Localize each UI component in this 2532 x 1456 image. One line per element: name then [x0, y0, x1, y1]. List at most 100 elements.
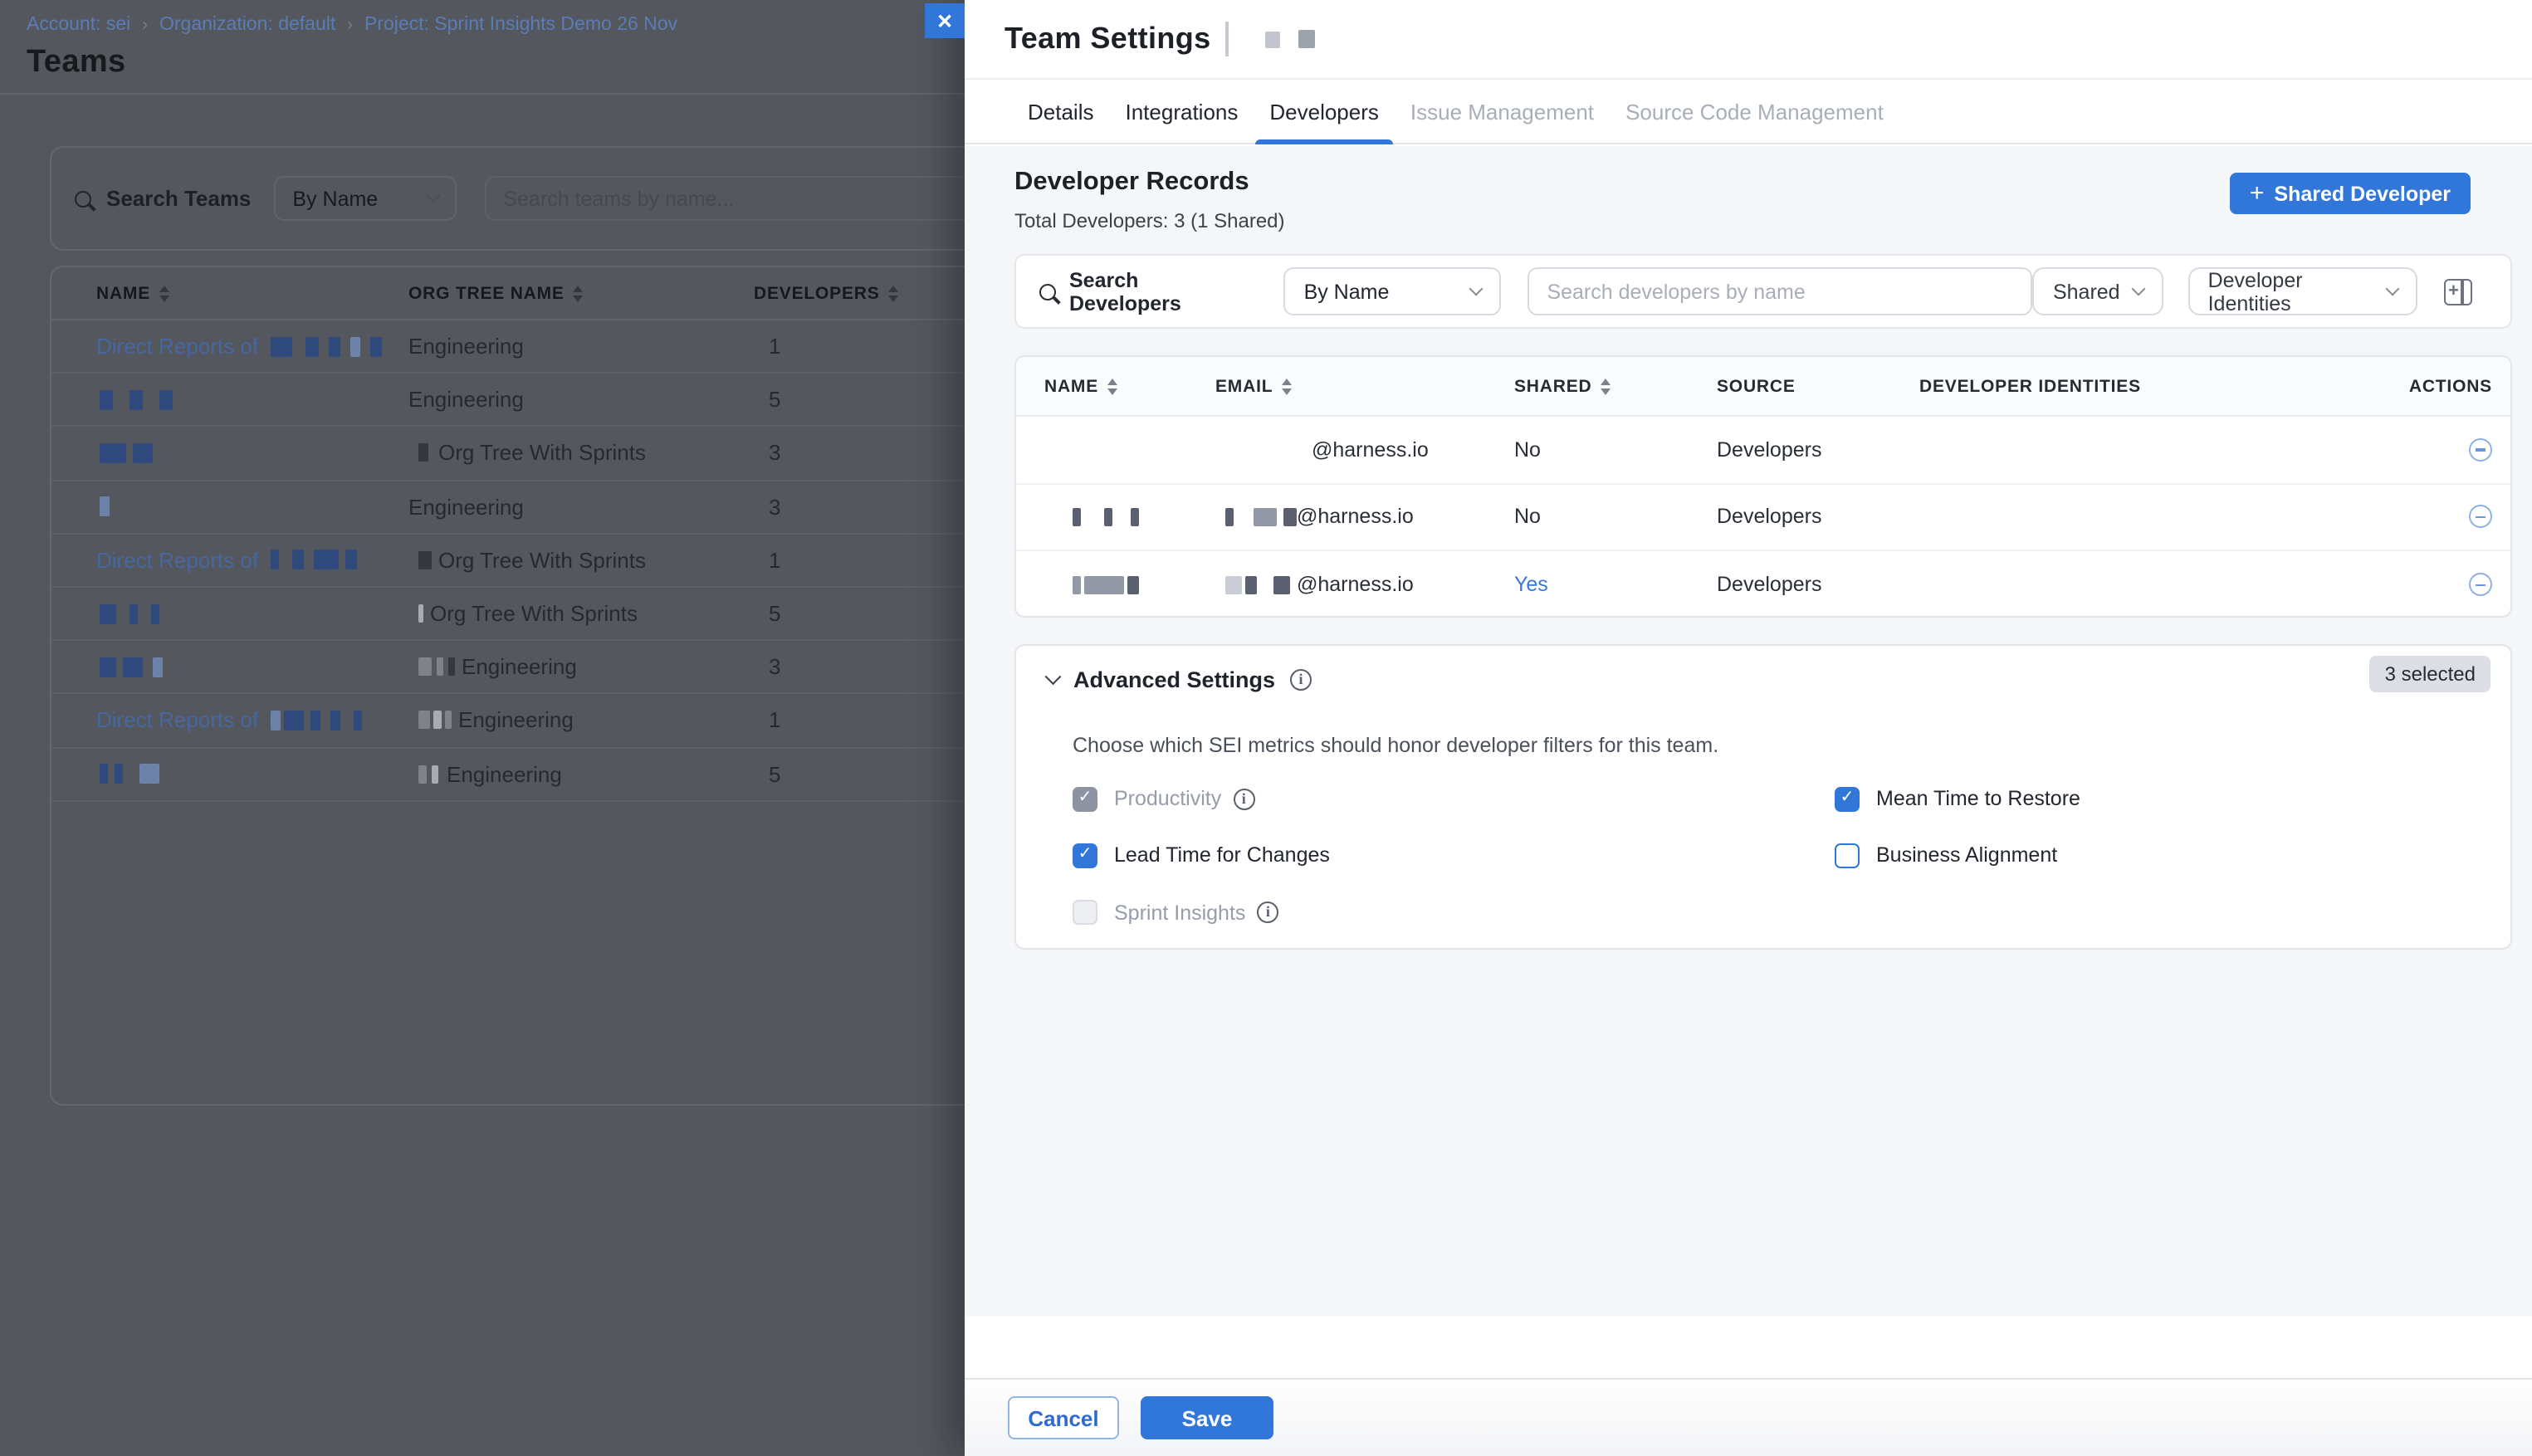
dev-col-shared[interactable]: SHARED — [1514, 376, 1717, 396]
developers-search-input[interactable]: Search developers by name — [1527, 267, 2033, 315]
chevron-down-icon — [1469, 282, 1483, 296]
developers-search-by-select[interactable]: By Name — [1284, 267, 1501, 315]
dev-col-name-label: NAME — [1044, 376, 1098, 396]
org-tree-name: Engineering — [458, 708, 574, 733]
dev-col-email[interactable]: EMAIL — [1215, 376, 1514, 396]
breadcrumb-account-link[interactable]: Account: sei — [27, 15, 130, 35]
redacted-text — [418, 444, 435, 462]
metric-option-label: Mean Time to Restore — [1876, 787, 2080, 810]
redaction-block — [1254, 508, 1277, 526]
checkbox-checked[interactable] — [1073, 786, 1097, 811]
search-teams-label: Search Teams — [106, 186, 251, 211]
redaction-block — [305, 336, 318, 356]
info-icon[interactable]: i — [1233, 788, 1254, 809]
sort-icon[interactable] — [1601, 378, 1611, 394]
checkbox-unchecked[interactable] — [1073, 900, 1097, 925]
developer-identities-dropdown[interactable]: Developer Identities — [2188, 267, 2417, 315]
checkbox-checked[interactable] — [1073, 843, 1097, 867]
page-title: Teams — [27, 45, 126, 81]
checkbox-unchecked[interactable] — [1835, 843, 1860, 867]
redaction-block — [437, 657, 443, 676]
developer-email-cell: @harness.io — [1215, 574, 1514, 597]
metric-option-label: Lead Time for Changes — [1114, 843, 1330, 867]
title-divider — [1226, 22, 1229, 56]
cancel-button[interactable]: Cancel — [1008, 1396, 1119, 1439]
developer-actions-cell — [2401, 506, 2510, 529]
breadcrumb-project-link[interactable]: Project: Sprint Insights Demo 26 Nov — [364, 15, 677, 35]
sort-icon[interactable] — [573, 285, 583, 301]
total-developers-text: Total Developers: 3 (1 Shared) — [1014, 209, 1285, 232]
add-column-icon[interactable] — [2444, 278, 2472, 305]
developers-filter-bar: Search Developers By Name Search develop… — [1014, 254, 2512, 329]
developer-row[interactable]: @harness.ioNoDevelopers — [1016, 417, 2510, 484]
org-tree-cell: Engineering — [408, 654, 754, 679]
tab-integrations[interactable]: Integrations — [1126, 80, 1239, 143]
developer-row[interactable]: @harness.ioYesDevelopers — [1016, 551, 2510, 618]
checkbox-checked[interactable] — [1835, 786, 1860, 811]
redaction-block — [100, 390, 113, 410]
tab-issue-management[interactable]: Issue Management — [1410, 80, 1594, 143]
breadcrumb-org-link[interactable]: Organization: default — [159, 15, 335, 35]
redaction-block — [1127, 576, 1139, 594]
team-name-cell: Direct Reports of — [51, 548, 408, 573]
developers-count: 5 — [754, 761, 780, 786]
redacted-team-name — [1298, 30, 1315, 48]
teams-search-by-select[interactable]: By Name — [274, 176, 457, 221]
section-title: Developer Records — [1014, 168, 1249, 198]
redaction-block — [130, 603, 138, 623]
advanced-settings-toggle[interactable]: Advanced Settings i — [1048, 667, 1312, 692]
teams-search-by-value: By Name — [292, 187, 378, 210]
org-tree-name: Engineering — [408, 494, 524, 519]
tab-details[interactable]: Details — [1028, 80, 1094, 143]
developer-row[interactable]: @harness.ioNoDevelopers — [1016, 484, 2510, 551]
metric-option-productivity: Productivityi — [1073, 785, 1254, 812]
shared-filter-dropdown[interactable]: Shared — [2033, 267, 2163, 315]
teams-col-orgtree[interactable]: ORG TREE NAME — [408, 283, 754, 303]
developer-name-cell — [1016, 508, 1215, 526]
org-tree-cell: Org Tree With Sprints — [408, 548, 754, 573]
sort-icon[interactable] — [159, 285, 169, 301]
sort-icon[interactable] — [1281, 378, 1291, 394]
teams-col-name[interactable]: NAME — [51, 283, 408, 303]
breadcrumb: Account: sei › Organization: default › P… — [27, 15, 677, 35]
drawer-header: Team Settings — [965, 0, 2532, 80]
redaction-block — [328, 336, 340, 356]
remove-developer-icon[interactable] — [2469, 506, 2492, 529]
info-icon[interactable]: i — [1290, 669, 1312, 691]
sort-icon[interactable] — [1107, 378, 1117, 394]
add-shared-developer-button[interactable]: + Shared Developer — [2230, 173, 2471, 214]
dev-col-name[interactable]: NAME — [1016, 376, 1215, 396]
redaction-block — [270, 711, 280, 730]
redacted-text — [418, 657, 458, 676]
team-name-link[interactable]: Direct Reports of — [96, 548, 258, 573]
chevron-down-icon — [2386, 282, 2400, 296]
developers-count: 1 — [754, 548, 780, 573]
advanced-settings-description: Choose which SEI metrics should honor de… — [1073, 734, 1718, 757]
metric-option-label: Sprint Insightsi — [1114, 901, 1278, 924]
redaction-block — [418, 657, 432, 676]
redaction-block — [1273, 576, 1290, 594]
org-tree-cell: Engineering — [408, 761, 754, 786]
team-settings-drawer: ✕ Team Settings Details Integrations Dev… — [965, 0, 2532, 1456]
info-icon[interactable]: i — [1257, 901, 1278, 923]
remove-developer-icon[interactable] — [2469, 438, 2492, 462]
redaction-block — [448, 657, 455, 676]
sort-icon[interactable] — [888, 285, 898, 301]
close-icon[interactable]: ✕ — [925, 3, 965, 38]
save-button[interactable]: Save — [1141, 1396, 1273, 1439]
team-name-link[interactable]: Direct Reports of — [96, 334, 258, 359]
developer-email: @harness.io — [1312, 438, 1429, 462]
redacted-text — [100, 496, 110, 516]
redaction-block — [123, 657, 143, 677]
redaction-block — [418, 711, 430, 730]
developers-count: 3 — [754, 441, 780, 466]
tab-source-code-management[interactable]: Source Code Management — [1625, 80, 1884, 143]
remove-developer-icon[interactable] — [2469, 574, 2492, 597]
selected-count-badge: 3 selected — [2370, 656, 2490, 692]
teams-col-developers-label: DEVELOPERS — [754, 283, 880, 303]
tab-developers[interactable]: Developers — [1269, 80, 1379, 143]
redaction-block — [270, 336, 291, 356]
team-name-link[interactable]: Direct Reports of — [96, 708, 258, 733]
redaction-block — [100, 496, 110, 516]
developers-table-body: @harness.ioNoDevelopers@harness.ioNoDeve… — [1016, 417, 2510, 618]
